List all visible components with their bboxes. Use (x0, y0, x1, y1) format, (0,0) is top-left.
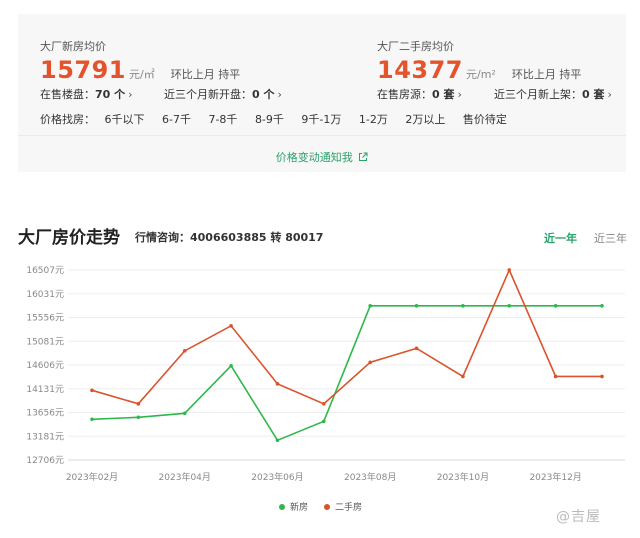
data-point (507, 303, 512, 308)
price-notify-label: 价格变动通知我 (275, 151, 353, 164)
series-line (91, 267, 602, 405)
second-on-sale-value: 0 套 (432, 88, 455, 101)
new-recent-label: 近三个月新开盘： (164, 88, 252, 101)
new-home-mom: 环比上月 持平 (170, 68, 241, 81)
second-recent-value: 0 套 (582, 88, 605, 101)
y-tick-label: 16507元 (26, 266, 64, 276)
x-tick-label: 2023年02月 (66, 471, 118, 483)
price-summary-panel: 大厂新房均价 15791 元/㎡ 环比上月 持平 大厂二手房均价 14377 元… (18, 14, 626, 172)
trend-consult-phone: 行情咨询：4006603885 转 80017 (135, 231, 324, 244)
second-hand-price-row: 14377 元/m² 环比上月 持平 (377, 56, 581, 84)
second-on-sale-link[interactable]: 在售房源：0 套 › (377, 86, 462, 102)
new-home-price-unit: 元/㎡ (129, 68, 155, 81)
legend-label: 新房 (290, 501, 308, 513)
second-on-sale-label: 在售房源： (377, 88, 432, 101)
x-tick-label: 2023年04月 (159, 471, 211, 483)
second-hand-column: 大厂二手房均价 14377 元/m² 环比上月 持平 (377, 38, 581, 84)
data-point (414, 303, 419, 308)
second-recent-label: 近三个月新上架： (494, 88, 582, 101)
series-line (91, 304, 602, 442)
y-tick-label: 13656元 (26, 409, 64, 419)
data-point (553, 374, 558, 379)
price-filter-row: 价格找房： 6千以下 6-7千 7-8千 8-9千 9千-1万 1-2万 2万以… (40, 111, 521, 127)
price-filter-label: 价格找房： (40, 113, 95, 126)
price-filter-option[interactable]: 1-2万 (359, 113, 388, 126)
price-filter-option[interactable]: 售价待定 (463, 113, 507, 126)
data-point (461, 303, 465, 308)
watermark: @吉屋 (556, 509, 601, 525)
data-point (229, 364, 233, 368)
price-filter-option[interactable]: 9千-1万 (301, 113, 341, 126)
data-point (553, 303, 558, 308)
second-hand-title: 大厂二手房均价 (377, 40, 454, 53)
data-point (275, 438, 280, 443)
data-point (414, 346, 419, 351)
price-filter-option[interactable]: 8-9千 (255, 113, 284, 126)
data-point (136, 415, 141, 420)
panel-divider (18, 135, 626, 136)
y-tick-label: 13181元 (26, 432, 64, 442)
data-point (90, 417, 94, 422)
data-point (275, 382, 280, 386)
legend-marker (279, 504, 285, 510)
data-point (322, 402, 326, 406)
data-point (461, 374, 465, 379)
trend-title: 大厂房价走势 (18, 228, 120, 248)
data-point (182, 411, 187, 416)
y-tick-label: 12706元 (26, 456, 64, 466)
new-on-sale-link[interactable]: 在售楼盘：70 个 › (40, 86, 133, 102)
y-tick-label: 14606元 (26, 361, 64, 371)
second-hand-price: 14377 (377, 56, 463, 84)
second-hand-mom: 环比上月 持平 (511, 68, 582, 81)
chevron-right-icon: › (607, 88, 612, 101)
new-home-price: 15791 (40, 56, 126, 84)
chevron-right-icon: › (457, 88, 462, 101)
chevron-right-icon: › (128, 88, 133, 101)
data-point (600, 374, 604, 379)
new-home-title: 大厂新房均价 (40, 40, 106, 53)
new-home-column: 大厂新房均价 15791 元/㎡ 环比上月 持平 (40, 38, 240, 84)
tab-three-years[interactable]: 近三年 (594, 230, 627, 246)
data-point (322, 419, 326, 424)
second-recent-listed-link[interactable]: 近三个月新上架：0 套 › (494, 86, 612, 102)
data-point (229, 324, 233, 328)
x-tick-label: 2023年10月 (437, 471, 489, 483)
new-on-sale-label: 在售楼盘： (40, 88, 95, 101)
price-notify-link[interactable]: 价格变动通知我 (18, 149, 626, 165)
price-filter-option[interactable]: 6千以下 (105, 113, 145, 126)
new-home-price-row: 15791 元/㎡ 环比上月 持平 (40, 56, 240, 84)
x-tick-label: 2023年12月 (529, 471, 581, 483)
new-on-sale-value: 70 个 (95, 88, 126, 101)
y-tick-label: 15081元 (26, 337, 64, 347)
legend-marker (324, 504, 330, 510)
new-recent-open-link[interactable]: 近三个月新开盘：0 个 › (164, 86, 282, 102)
y-tick-label: 16031元 (26, 290, 64, 300)
price-filter-option[interactable]: 2万以上 (405, 113, 445, 126)
data-point (368, 303, 372, 308)
second-hand-price-unit: 元/m² (466, 68, 496, 81)
data-point (507, 268, 512, 272)
legend-label: 二手房 (335, 501, 362, 513)
price-trend-chart: 12706元 13181元 13656元 14131元 14606元 15081元 1555… (26, 266, 625, 513)
data-point (182, 349, 187, 353)
x-tick-label: 2023年06月 (251, 471, 303, 483)
price-filter-option[interactable]: 6-7千 (162, 113, 191, 126)
chevron-right-icon: › (277, 88, 282, 101)
new-recent-value: 0 个 (252, 88, 275, 101)
data-point (600, 303, 604, 308)
data-point (90, 388, 94, 393)
y-tick-label: 15556元 (26, 314, 64, 324)
data-point (136, 402, 141, 406)
y-tick-label: 14131元 (26, 385, 64, 395)
x-tick-label: 2023年08月 (344, 471, 396, 483)
price-filter-option[interactable]: 7-8千 (208, 113, 237, 126)
data-point (368, 360, 372, 365)
external-link-icon (359, 152, 368, 161)
tab-one-year[interactable]: 近一年 (544, 230, 577, 246)
